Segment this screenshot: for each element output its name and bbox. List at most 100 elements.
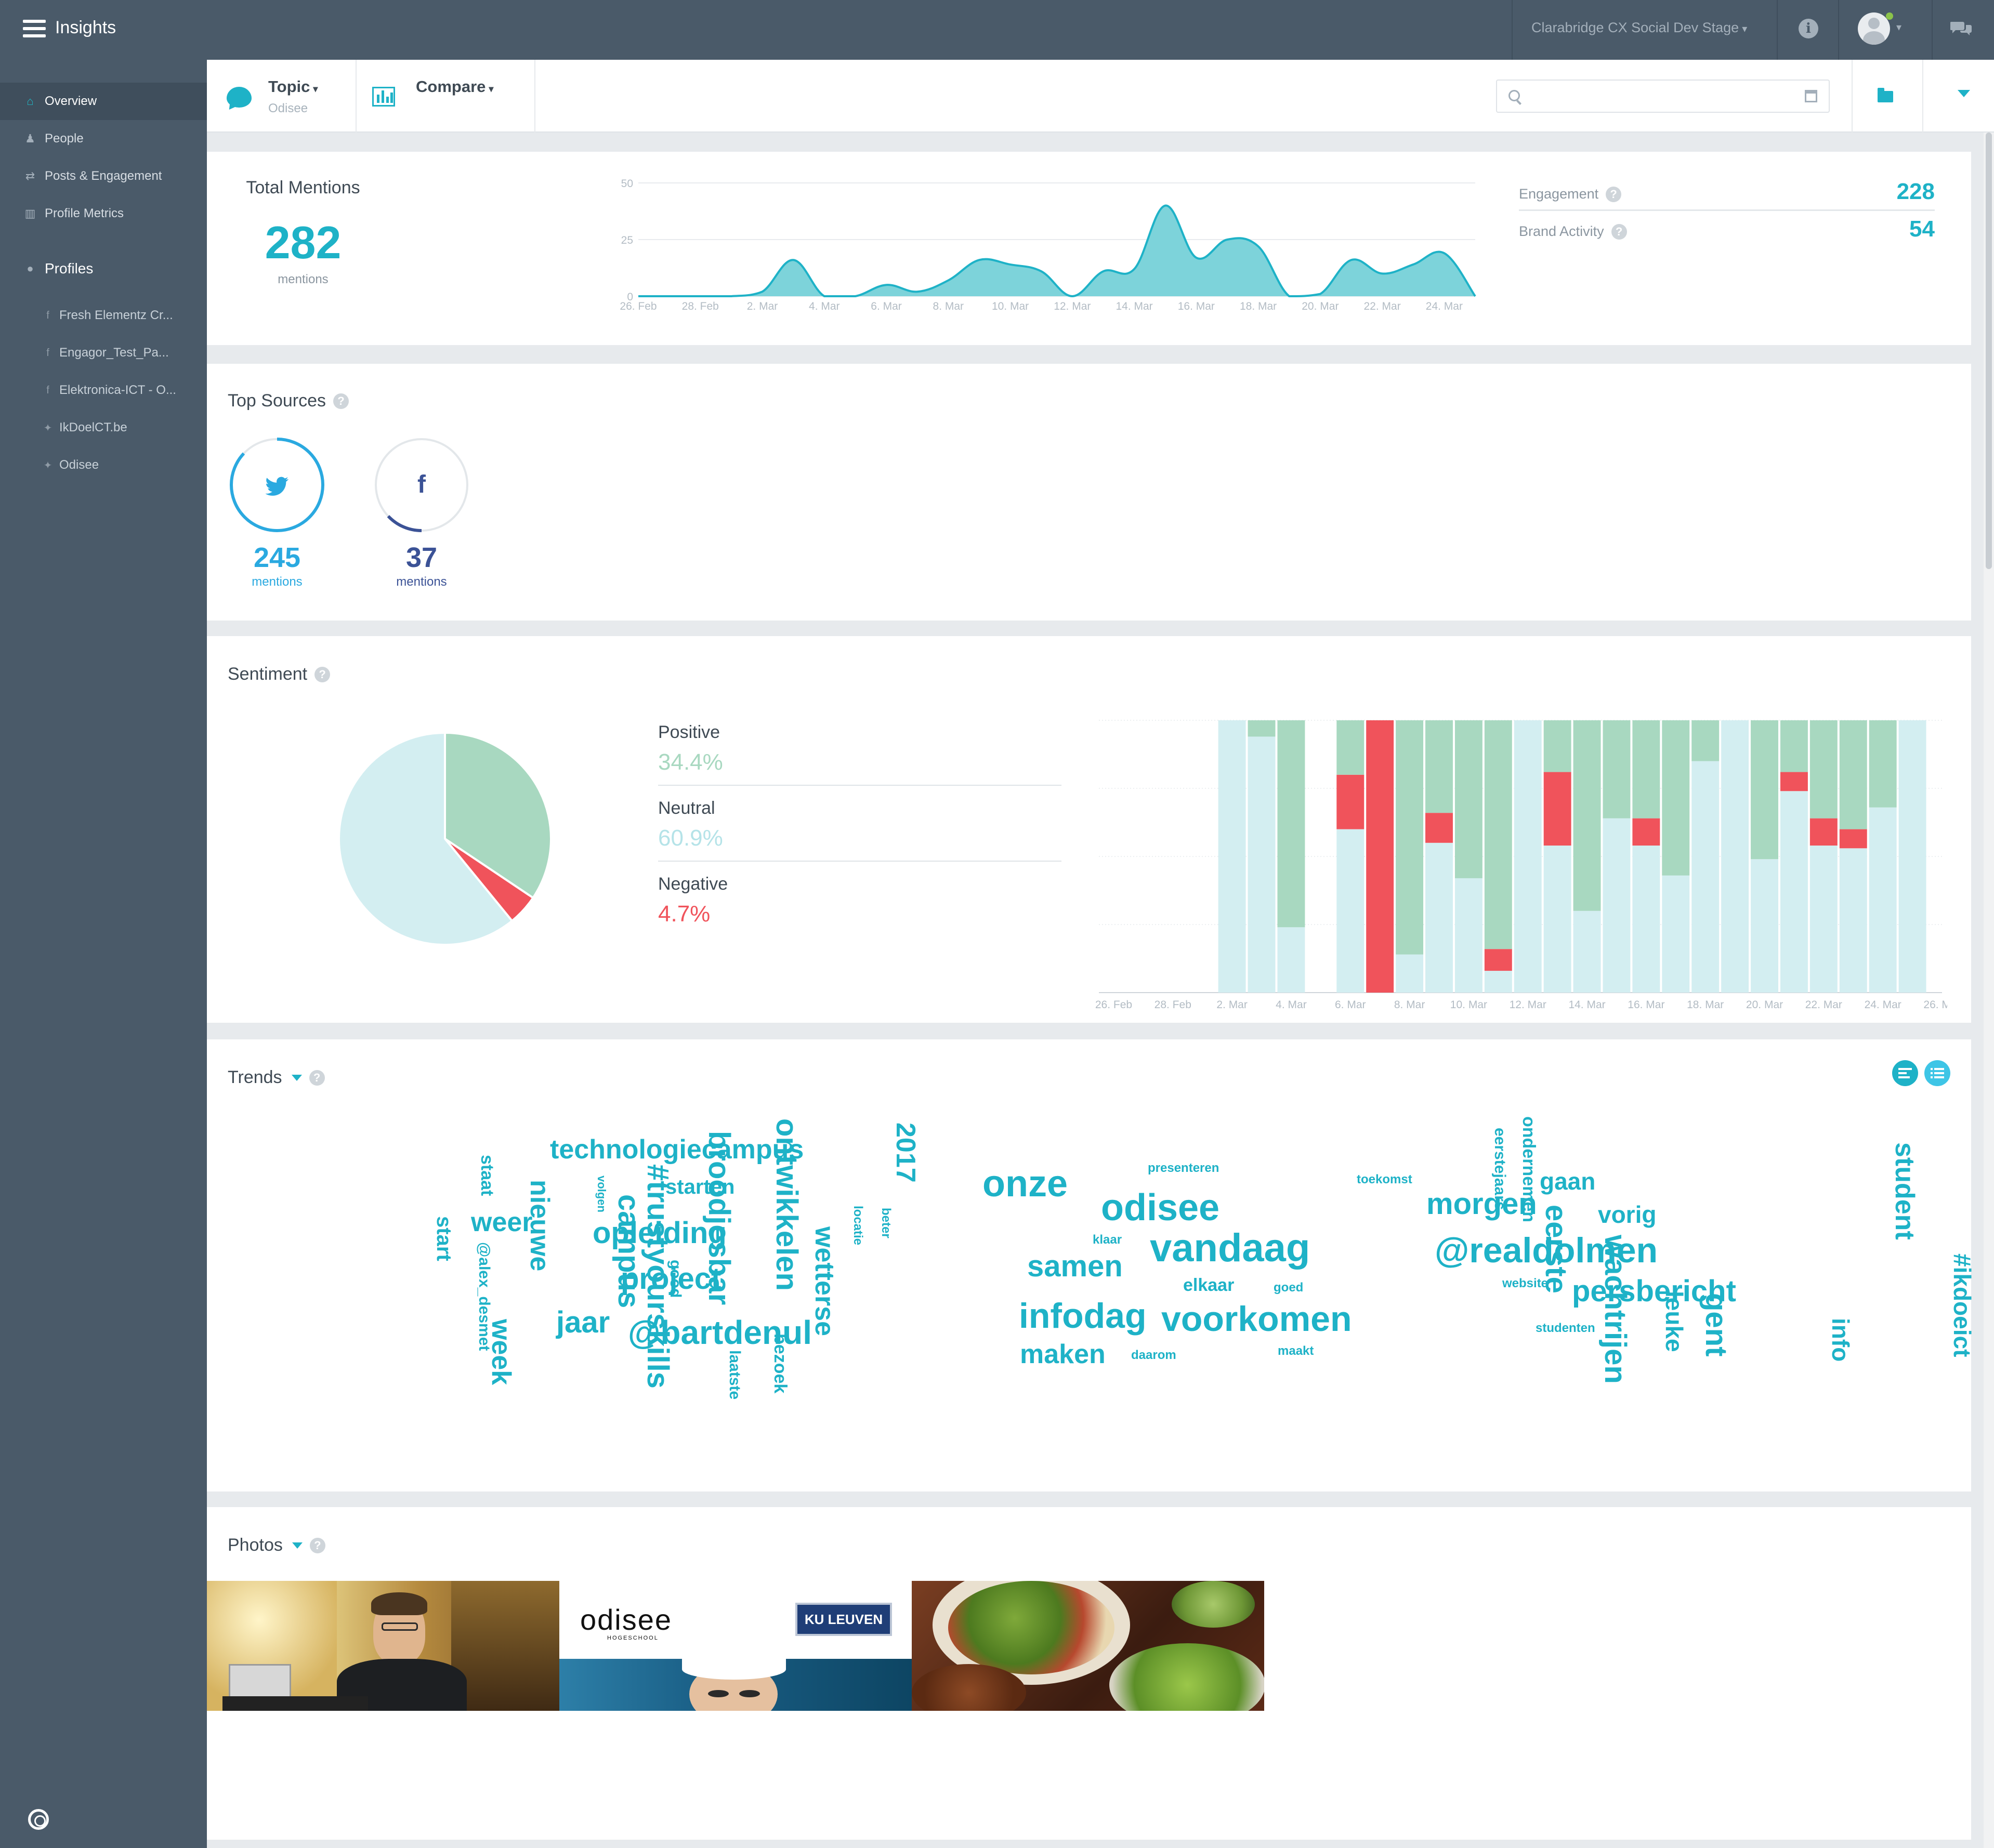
sidebar-profile-item[interactable]: f Fresh Elementz Cr... [0,297,207,334]
trend-word[interactable]: samen [1027,1251,1123,1282]
trend-word[interactable]: gaan [1540,1169,1595,1193]
trend-word[interactable]: 2017 [890,1123,921,1183]
bar-neutral[interactable] [1691,761,1720,993]
help-icon[interactable]: ? [333,393,349,409]
trend-word[interactable]: nieuwe [524,1180,555,1271]
bar-neutral[interactable] [1573,910,1601,993]
bar-negative[interactable] [1543,772,1571,846]
trend-word[interactable]: odisee [1101,1189,1219,1226]
trend-word[interactable]: presenteren [1148,1162,1219,1174]
bar-positive[interactable] [1869,720,1897,808]
trend-word[interactable]: leuke [1661,1291,1688,1352]
bar-neutral[interactable] [1721,720,1749,993]
trend-word[interactable]: staat [477,1155,497,1196]
sidebar-profile-item[interactable]: f Elektronica-ICT - O... [0,372,207,409]
trend-word[interactable]: voorkomen [1161,1301,1352,1337]
bar-negative[interactable] [1809,818,1838,846]
trend-word[interactable]: #ikdoeict [1949,1253,1976,1357]
bar-positive[interactable] [1248,720,1276,737]
sidebar-profile-item[interactable]: ✦ Odisee [0,446,207,484]
trend-word[interactable]: vorig [1598,1203,1656,1226]
bar-negative[interactable] [1484,949,1512,971]
bar-positive[interactable] [1425,720,1453,813]
trend-word[interactable]: ontwikkelen [770,1118,804,1291]
trend-word[interactable]: weer [471,1209,533,1236]
bar-positive[interactable] [1454,720,1483,878]
sidebar-item-posts-engagement[interactable]: ⇄ Posts & Engagement [0,157,207,195]
bar-neutral[interactable] [1751,859,1778,993]
compare-selector[interactable]: Compare ▾ [357,60,533,133]
trend-word[interactable]: beter [879,1208,893,1238]
bar-negative[interactable] [1839,829,1867,849]
topic-selector[interactable]: Topic ▾ Odisee [207,60,356,133]
sidebar-item-profile-metrics[interactable]: ▥ Profile Metrics [0,195,207,232]
trend-word[interactable]: gent [1699,1293,1733,1356]
trend-word[interactable]: elkaar [1183,1276,1234,1294]
trend-word[interactable]: studenten [1536,1322,1595,1335]
bar-neutral[interactable] [1839,848,1867,993]
workspace-selector[interactable]: Clarabridge CX Social Dev Stage ▾ [1531,20,1747,36]
calendar-icon[interactable] [1805,90,1817,102]
sidebar-profile-item[interactable]: ✦ IkDoelCT.be [0,409,207,446]
help-icon[interactable]: ? [309,1537,325,1553]
sidebar-profiles-heading[interactable]: ● Profiles [0,250,207,287]
bar-neutral[interactable] [1603,818,1631,993]
photo-person-at-desk[interactable] [207,1581,559,1711]
help-lifebuoy-icon[interactable] [28,1809,49,1830]
chevron-down-icon[interactable] [1958,90,1970,97]
trend-word[interactable]: vandaag [1150,1229,1310,1268]
bar-positive[interactable] [1396,720,1424,955]
bar-positive[interactable] [1484,720,1512,949]
bar-neutral[interactable] [1277,927,1305,993]
search-box[interactable] [1496,80,1830,113]
trend-word[interactable]: laatste [726,1350,743,1400]
trend-word[interactable]: info [1827,1318,1854,1362]
bar-positive[interactable] [1336,720,1365,775]
trend-word[interactable]: wetterse [809,1226,839,1336]
trend-word[interactable]: volgen [595,1176,608,1212]
trend-word[interactable]: toekomst [1357,1173,1412,1186]
bar-neutral[interactable] [1514,720,1542,993]
trend-word[interactable]: maken [1020,1341,1106,1368]
trend-word[interactable]: website [1502,1277,1548,1290]
bar-positive[interactable] [1839,720,1867,829]
trend-word[interactable]: infodag [1019,1298,1147,1334]
bar-positive[interactable] [1543,720,1571,772]
bar-neutral[interactable] [1425,842,1453,993]
scrollbar-thumb[interactable] [1986,133,1992,569]
trend-word[interactable]: klaar [1093,1234,1122,1246]
bar-positive[interactable] [1780,720,1808,772]
trend-word[interactable]: jaar [556,1308,610,1338]
search-input[interactable] [1528,86,1793,107]
bar-positive[interactable] [1603,720,1631,819]
bar-positive[interactable] [1277,720,1305,928]
sidebar-item-overview[interactable]: ⌂ Overview [0,83,207,120]
bar-negative[interactable] [1366,720,1394,993]
chevron-down-icon[interactable]: ▾ [1896,21,1901,34]
bar-positive[interactable] [1632,720,1660,819]
bar-neutral[interactable] [1898,720,1926,993]
bar-positive[interactable] [1809,720,1838,819]
bar-negative[interactable] [1336,774,1365,829]
bar-neutral[interactable] [1248,736,1276,993]
trend-word[interactable]: start [432,1216,455,1261]
page-scrollbar[interactable] [1984,133,1994,1848]
photo-salad-dishes[interactable] [912,1581,1264,1711]
bar-positive[interactable] [1691,720,1720,761]
bar-negative[interactable] [1780,772,1808,791]
hamburger-menu-icon[interactable] [23,20,46,38]
bar-neutral[interactable] [1336,829,1365,993]
sidebar-profile-item[interactable]: f Engagor_Test_Pa... [0,334,207,372]
bar-neutral[interactable] [1218,720,1246,993]
trend-word[interactable]: #trustyourskills [641,1164,675,1389]
bar-positive[interactable] [1573,720,1601,911]
trend-word[interactable]: locatie [851,1206,865,1245]
trend-word[interactable]: maakt [1278,1345,1314,1357]
trend-word[interactable]: technologiecampus [550,1136,804,1163]
facebook-source-ring[interactable]: f [372,435,471,534]
chat-icon[interactable] [1950,20,1972,35]
bar-neutral[interactable] [1396,954,1424,993]
avatar[interactable] [1858,12,1890,45]
photo-odisee-banner[interactable]: odisee HOGESCHOOL KU LEUVEN [559,1581,912,1711]
trend-word[interactable]: onze [982,1165,1068,1203]
